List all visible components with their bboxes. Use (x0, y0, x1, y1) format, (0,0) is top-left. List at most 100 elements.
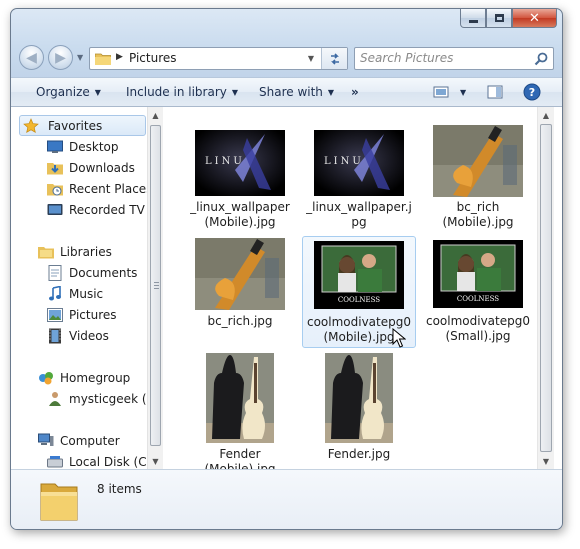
star-icon (23, 117, 39, 134)
scroll-down-arrow-icon[interactable]: ▼ (538, 453, 554, 469)
image-thumbnail: COOLNESS (433, 240, 523, 308)
chevron-down-icon: ▼ (460, 88, 467, 97)
close-icon: ✕ (529, 10, 540, 26)
file-list-scrollbar[interactable]: ▲ ▼ (537, 107, 554, 469)
breadcrumb-pictures[interactable]: Pictures (129, 51, 177, 65)
file-name: coolmodivatepg0 (Small).jpg (425, 314, 530, 343)
file-name: bc_rich (Mobile).jpg (442, 200, 514, 229)
navigation-bar: ◀ ▶ ▼ ▶ Pictures ▼ Search Pictures (11, 43, 562, 73)
libraries-label: Libraries (60, 244, 112, 259)
pictures-label: Pictures (69, 307, 117, 322)
file-name: _linux_wallpaper (Mobile).jpg (190, 200, 290, 229)
file-name: _linux_wallpaper.j pg (306, 200, 412, 229)
nav-local-disk[interactable]: Local Disk (C:) (47, 451, 147, 469)
minimize-icon (468, 19, 478, 23)
maximize-icon (494, 14, 504, 22)
maximize-button[interactable] (486, 9, 512, 28)
view-options-dropdown[interactable]: ▼ (455, 85, 466, 99)
address-bar[interactable]: ▶ Pictures ▼ (89, 47, 348, 70)
scroll-thumb[interactable] (540, 124, 552, 452)
nav-downloads[interactable]: Downloads (47, 157, 135, 178)
more-commands-button[interactable]: » (351, 85, 359, 99)
close-button[interactable]: ✕ (512, 9, 557, 28)
breadcrumb-separator-icon[interactable]: ▶ (116, 52, 123, 62)
music-label: Music (69, 286, 104, 301)
include-in-library-menu[interactable]: Include in library ▼ (126, 85, 238, 99)
forward-button[interactable]: ▶ (48, 45, 73, 70)
organize-menu[interactable]: Organize ▼ (36, 85, 101, 99)
file-item[interactable]: bc_rich.jpg (183, 236, 297, 348)
nav-pictures[interactable]: Pictures (47, 304, 117, 325)
computer-icon (38, 433, 54, 449)
documents-icon (47, 264, 63, 281)
back-button[interactable]: ◀ (19, 45, 44, 70)
preview-pane-button[interactable] (487, 84, 503, 103)
help-button[interactable]: ? (523, 83, 541, 104)
nav-videos[interactable]: Videos (47, 325, 109, 346)
file-item[interactable]: Fender.jpg (302, 351, 416, 463)
image-thumbnail: LINU (314, 130, 404, 196)
scroll-down-arrow-icon[interactable]: ▼ (148, 453, 163, 469)
thumbnail-text: LINU (324, 156, 364, 167)
pictures-icon (47, 307, 63, 323)
downloads-icon (47, 160, 63, 176)
scroll-thumb[interactable] (150, 125, 161, 446)
file-item[interactable]: COOLNESS coolmodivatepg0 (Small).jpg (421, 236, 535, 348)
documents-label: Documents (69, 265, 138, 280)
file-item[interactable]: LINU _linux_wallpaper (Mobile).jpg (183, 121, 297, 233)
recent-places-icon (47, 181, 63, 197)
nav-homegroup-user[interactable]: mysticgeek (M (47, 388, 147, 409)
nav-favorites[interactable]: Favorites (19, 115, 146, 136)
film-icon (47, 328, 63, 344)
image-thumbnail (325, 353, 393, 443)
nav-documents[interactable]: Documents (47, 262, 137, 283)
nav-computer[interactable]: Computer (38, 430, 120, 451)
explorer-window: ✕ ◀ ▶ ▼ ▶ Pictures ▼ Search Pictures Org… (10, 8, 563, 530)
search-icon[interactable] (533, 51, 549, 67)
organize-label: Organize (36, 85, 90, 99)
file-item[interactable]: bc_rich (Mobile).jpg (421, 121, 535, 233)
nav-music[interactable]: Music (47, 283, 103, 304)
nav-recorded-tv[interactable]: Recorded TV (47, 199, 145, 220)
chevron-down-icon: ▼ (94, 88, 101, 97)
item-count: 8 items (97, 482, 142, 496)
desktop-label: Desktop (69, 139, 119, 154)
search-input[interactable]: Search Pictures (360, 51, 453, 65)
share-with-menu[interactable]: Share with ▼ (259, 85, 334, 99)
videos-label: Videos (69, 328, 109, 343)
file-name: bc_rich.jpg (207, 314, 273, 328)
file-name: Fender.jpg (327, 447, 391, 461)
image-thumbnail (206, 353, 274, 443)
back-arrow-icon: ◀ (26, 49, 37, 66)
scroll-up-arrow-icon[interactable]: ▲ (538, 107, 554, 123)
minimize-button[interactable] (460, 9, 486, 28)
preview-pane-icon (487, 85, 503, 99)
homegroup-icon (38, 370, 54, 386)
navigation-pane-scrollbar[interactable]: ▲ ▼ (147, 107, 163, 469)
nav-recent-places[interactable]: Recent Places (47, 178, 147, 199)
nav-libraries[interactable]: Libraries (38, 241, 112, 262)
share-label: Share with (259, 85, 323, 99)
svg-text:?: ? (529, 86, 535, 99)
nav-desktop[interactable]: Desktop (47, 136, 119, 157)
image-thumbnail: COOLNESS (314, 241, 404, 309)
help-icon: ? (523, 83, 541, 101)
recent-pages-dropdown[interactable]: ▼ (77, 53, 83, 62)
user-icon (47, 391, 63, 407)
local-disk-label: Local Disk (C:) (69, 454, 147, 469)
music-note-icon (47, 285, 63, 302)
chevron-down-icon: ▼ (231, 88, 239, 97)
file-item[interactable]: Fender (Mobile).jpg (183, 351, 297, 476)
image-thumbnail: LINU (195, 130, 285, 196)
recent-places-label: Recent Places (69, 181, 147, 196)
forward-arrow-icon: ▶ (55, 49, 66, 66)
search-box[interactable]: Search Pictures (354, 47, 554, 70)
address-history-dropdown[interactable]: ▼ (303, 48, 319, 69)
refresh-button[interactable] (321, 48, 347, 69)
desktop-icon (47, 139, 63, 155)
scroll-up-arrow-icon[interactable]: ▲ (148, 107, 163, 123)
downloads-label: Downloads (69, 160, 135, 175)
file-item[interactable]: LINU _linux_wallpaper.j pg (302, 121, 416, 233)
change-view-button[interactable] (433, 84, 449, 103)
nav-homegroup[interactable]: Homegroup (38, 367, 130, 388)
